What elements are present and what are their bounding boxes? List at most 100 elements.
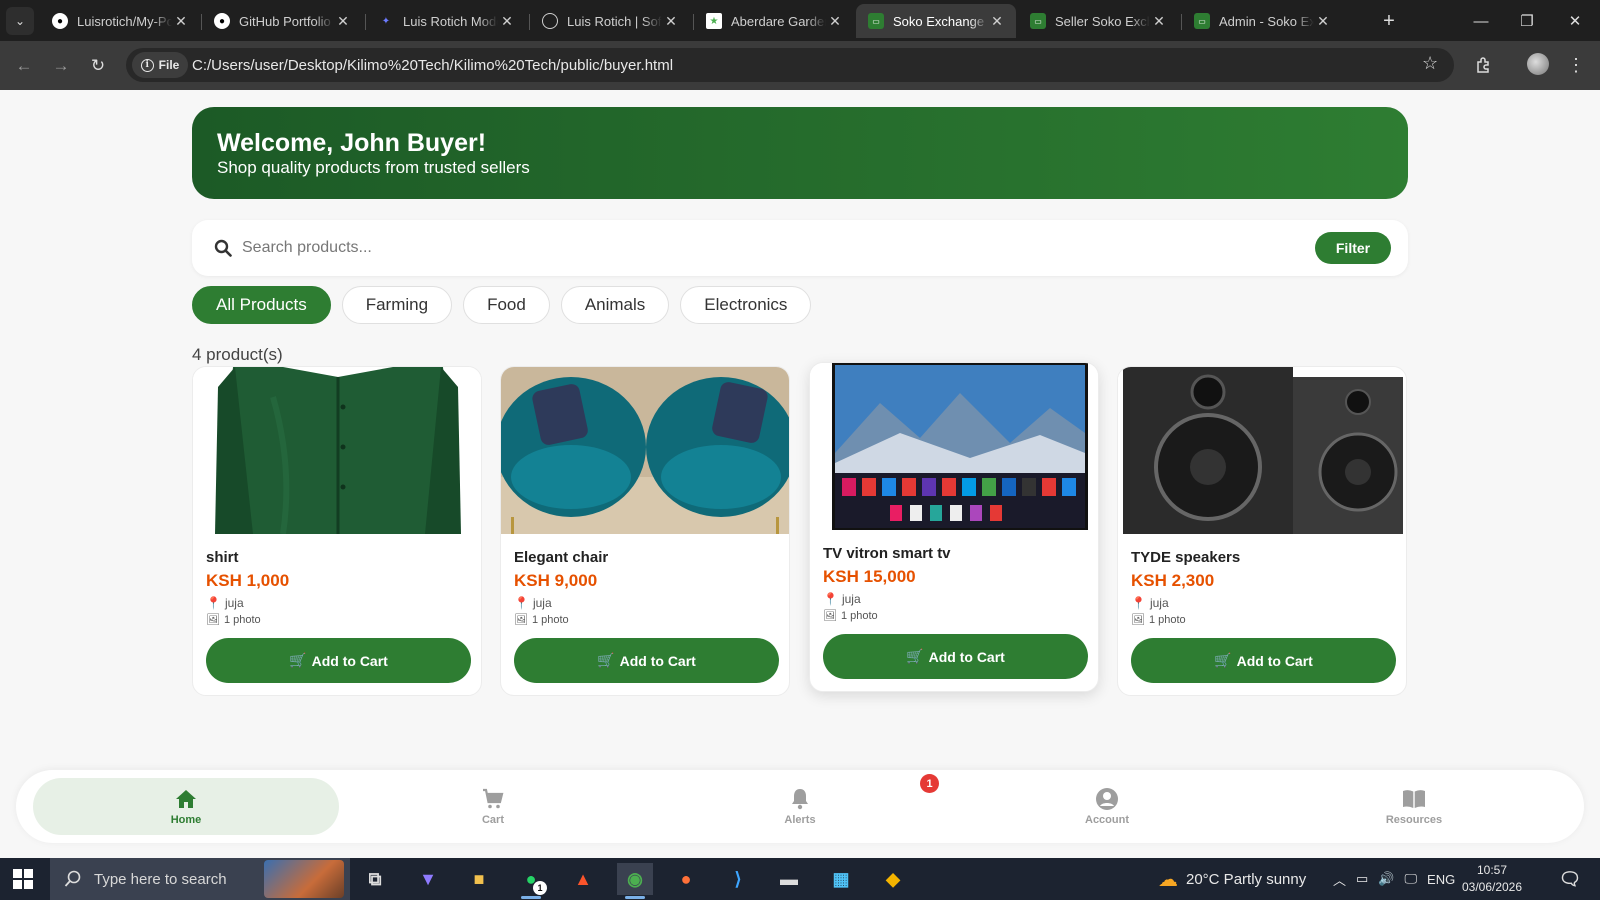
notifications-icon[interactable]: 🗨 — [1552, 863, 1588, 895]
nav-home[interactable]: Home — [33, 778, 339, 835]
tab-admin-soko-exchange[interactable]: ▭ Admin - Soko Exchange ✕ — [1182, 4, 1342, 38]
add-to-cart-button[interactable]: 🛒 Add to Cart — [514, 638, 779, 683]
restore-window-button[interactable]: ❐ — [1504, 4, 1550, 38]
product-photo-count: 🖼 1 photo — [823, 609, 878, 623]
forward-icon[interactable]: → — [47, 52, 75, 80]
file-explorer-icon[interactable]: ■ — [461, 863, 497, 895]
whatsapp-badge: 1 — [533, 881, 547, 895]
product-image-shirt[interactable] — [193, 367, 481, 534]
welcome-subtitle: Shop quality products from trusted selle… — [217, 158, 530, 177]
profile-avatar[interactable] — [1527, 53, 1549, 75]
task-view-icon[interactable]: ⧉ — [357, 863, 393, 895]
tab-soko-exchange[interactable]: ▭ Soko Exchange ✕ — [856, 4, 1016, 38]
page-content: Welcome, John Buyer! Shop quality produc… — [0, 90, 1600, 858]
tab-github-portfolio-repo[interactable]: ● Luisrotich/My-Portfolio ✕ — [40, 4, 200, 38]
add-to-cart-button[interactable]: 🛒 Add to Cart — [823, 634, 1088, 679]
browser-toolbar: ← → ↻ i File C:/Users/user/Desktop/Kilim… — [0, 41, 1600, 90]
nav-alerts[interactable]: Alerts — [647, 778, 953, 835]
location-pin-icon: 📍 — [1131, 596, 1146, 610]
app-icon-gem[interactable]: ◆ — [875, 863, 911, 895]
brave-browser-icon[interactable]: ▲ — [565, 863, 601, 895]
microsoft-store-icon[interactable]: ▦ — [823, 863, 859, 895]
product-price: KSH 1,000 — [206, 571, 290, 590]
add-to-cart-button[interactable]: 🛒 Add to Cart — [206, 638, 471, 683]
close-tab-icon[interactable]: ✕ — [498, 13, 516, 30]
tab-seller-soko-exchange[interactable]: ▭ Seller Soko Exchange ✕ — [1018, 4, 1178, 38]
github-icon: ● — [52, 13, 68, 29]
whatsapp-icon[interactable]: ● 1 — [513, 863, 549, 899]
network-icon[interactable]: 🖵 — [1405, 871, 1418, 887]
add-to-cart-button[interactable]: 🛒 Add to Cart — [1131, 638, 1396, 683]
address-bar[interactable]: i File C:/Users/user/Desktop/Kilimo%20Te… — [126, 48, 1454, 82]
filter-button[interactable]: Filter — [1315, 232, 1391, 264]
site-info-chip[interactable]: i File — [132, 52, 188, 78]
globe-icon — [542, 13, 558, 29]
taskbar-search-box[interactable]: Type here to search — [50, 858, 350, 900]
firefox-icon[interactable]: ● — [668, 863, 704, 895]
url-text[interactable]: C:/Users/user/Desktop/Kilimo%20Tech/Kili… — [192, 57, 673, 74]
product-name: TYDE speakers — [1131, 549, 1241, 566]
soko-icon: ▭ — [1194, 13, 1210, 29]
extensions-icon[interactable] — [1470, 51, 1498, 79]
product-name: shirt — [206, 549, 239, 566]
language-indicator[interactable]: ENG — [1427, 872, 1455, 887]
weather-widget[interactable]: ☁ 20°C Partly sunny — [1158, 858, 1306, 900]
location-pin-icon: 📍 — [823, 592, 838, 606]
tab-software-engineer[interactable]: Luis Rotich | Software Engineer ✕ — [530, 4, 690, 38]
category-animals[interactable]: Animals — [560, 286, 670, 324]
back-icon[interactable]: ← — [10, 52, 38, 80]
product-location: 📍 juja — [514, 596, 552, 610]
product-name: Elegant chair — [514, 549, 609, 566]
nav-cart[interactable]: Cart — [340, 778, 646, 835]
search-icon — [64, 870, 81, 887]
vscode-icon[interactable]: ⟩ — [720, 863, 756, 895]
photos-icon: 🖼 — [514, 614, 528, 626]
terminal-icon[interactable]: ▬ — [771, 863, 807, 895]
category-food[interactable]: Food — [463, 286, 550, 324]
cart-icon: 🛒 — [597, 652, 615, 668]
close-tab-icon[interactable]: ✕ — [1314, 13, 1332, 30]
cart-icon: 🛒 — [1214, 652, 1232, 668]
close-tab-icon[interactable]: ✕ — [334, 13, 352, 30]
bottom-navigation: Home Cart Alerts 1 Account Resources — [16, 770, 1584, 843]
search-icon — [214, 239, 232, 257]
search-input[interactable] — [242, 234, 1242, 262]
bookmark-star-icon[interactable]: ☆ — [1422, 53, 1438, 74]
product-image-speakers[interactable] — [1118, 367, 1406, 534]
close-tab-icon[interactable]: ✕ — [172, 13, 190, 30]
tab-search-menu-button[interactable]: ⌄ — [6, 7, 34, 35]
close-tab-icon[interactable]: ✕ — [988, 13, 1006, 30]
product-image-tv[interactable] — [810, 363, 1098, 530]
close-tab-icon[interactable]: ✕ — [662, 13, 680, 30]
reload-icon[interactable]: ↻ — [84, 52, 112, 80]
close-window-button[interactable]: ✕ — [1552, 4, 1598, 38]
product-image-elegant-chair[interactable] — [501, 367, 789, 534]
volume-icon[interactable]: 🔊 — [1378, 871, 1394, 887]
nav-account[interactable]: Account — [954, 778, 1260, 835]
new-tab-button[interactable]: + — [1376, 8, 1402, 34]
welcome-banner: Welcome, John Buyer! Shop quality produc… — [192, 107, 1408, 199]
chrome-icon[interactable]: ◉ — [617, 863, 653, 899]
product-price: KSH 9,000 — [514, 571, 598, 590]
tab-aberdare-gardens[interactable]: ★ Aberdare Gardens ✕ — [694, 4, 854, 38]
cart-icon: 🛒 — [289, 652, 307, 668]
more-menu-icon[interactable]: ⋮ — [1562, 51, 1590, 79]
close-tab-icon[interactable]: ✕ — [826, 13, 844, 30]
tab-github-portfolio[interactable]: ● GitHub Portfolio ✕ — [202, 4, 362, 38]
search-highlight-image — [264, 860, 344, 898]
category-all-products[interactable]: All Products — [192, 286, 331, 324]
taskbar-clock[interactable]: 10:57 03/06/2026 — [1456, 862, 1528, 896]
photos-icon: 🖼 — [206, 614, 220, 626]
windows-start-icon[interactable] — [12, 868, 34, 890]
battery-icon[interactable]: ▭ — [1356, 871, 1368, 887]
close-tab-icon[interactable]: ✕ — [1150, 13, 1168, 30]
minimize-window-button[interactable]: — — [1458, 4, 1504, 38]
tab-modern-portfolio[interactable]: ✦ Luis Rotich Modern Portfolio ✕ — [366, 4, 526, 38]
category-farming[interactable]: Farming — [341, 286, 453, 324]
soko-icon: ▭ — [868, 13, 884, 29]
app-icon-vpn[interactable]: ▼ — [410, 863, 446, 895]
nav-resources[interactable]: Resources — [1261, 778, 1567, 835]
product-photo-count: 🖼 1 photo — [206, 613, 261, 627]
category-electronics[interactable]: Electronics — [680, 286, 812, 324]
chevron-up-icon[interactable]: ︿ — [1333, 870, 1346, 889]
